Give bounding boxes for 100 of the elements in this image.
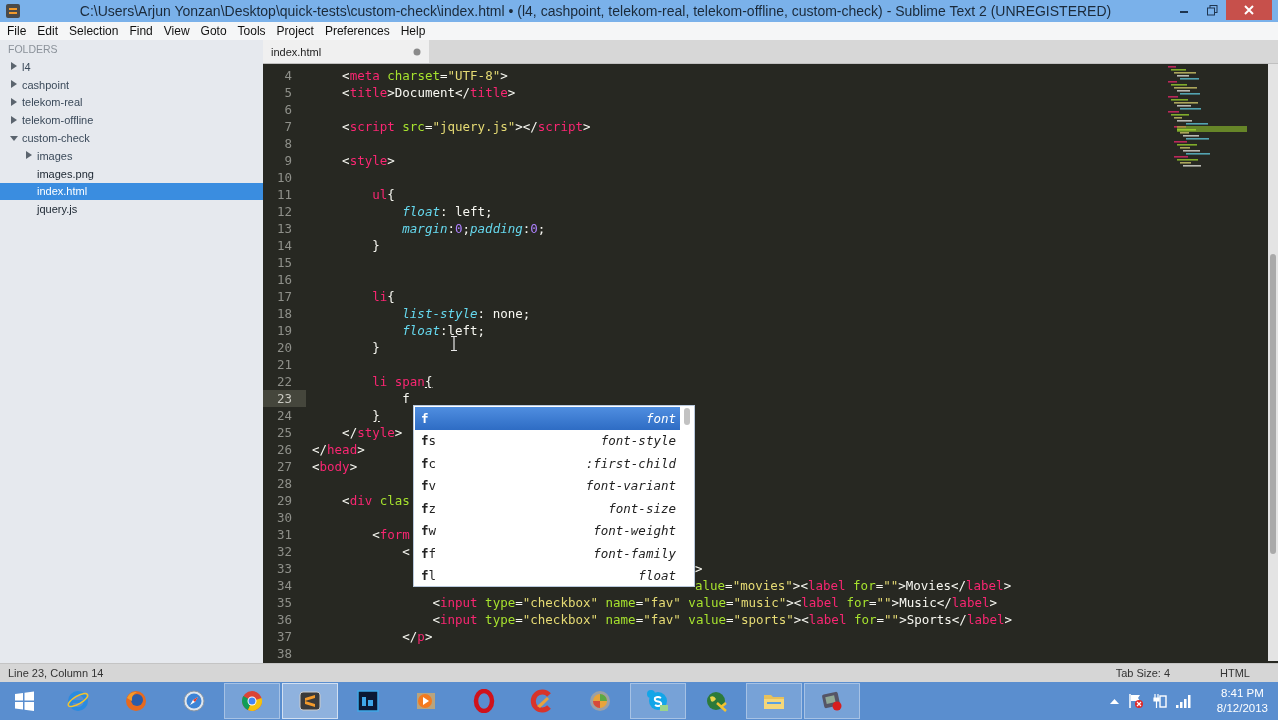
editor-icon xyxy=(298,689,322,713)
menu-item[interactable]: Project xyxy=(270,24,319,38)
tab-size[interactable]: Tab Size: 4 xyxy=(1115,667,1171,679)
code-line: ul{ xyxy=(371,185,395,203)
line-number: 19 xyxy=(275,321,292,339)
power-icon[interactable] xyxy=(1152,693,1167,709)
taskbar-button[interactable] xyxy=(804,683,860,719)
menu-item[interactable]: Tools xyxy=(231,24,271,38)
menu-item[interactable]: Goto xyxy=(194,24,232,38)
code-line: float: left; xyxy=(401,202,493,220)
autocomplete-item[interactable]: fl float xyxy=(415,564,680,587)
chat-bubble-icon xyxy=(646,689,670,713)
round-browser-icon xyxy=(240,689,264,713)
tab-label: index.html xyxy=(271,45,322,58)
tree-item[interactable]: custom-check xyxy=(0,129,263,147)
disclosure-triangle-icon[interactable] xyxy=(10,98,18,107)
close-button[interactable] xyxy=(1226,0,1272,20)
code-line: li{ xyxy=(371,287,395,305)
code-line: list-style: none; xyxy=(401,304,531,322)
line-number: 35 xyxy=(275,593,292,611)
code-line: <body> xyxy=(312,457,358,475)
tree-item[interactable]: images xyxy=(0,147,263,165)
flag-icon[interactable] xyxy=(1127,693,1144,709)
code-line: } xyxy=(371,406,380,424)
line-number: 20 xyxy=(275,338,292,356)
tree-item[interactable]: telekom-real xyxy=(0,93,263,112)
brush-icon xyxy=(530,689,554,713)
disclosure-triangle-icon[interactable] xyxy=(10,62,18,72)
disclosure-triangle-icon[interactable] xyxy=(25,151,33,161)
line-number: 16 xyxy=(275,270,292,288)
disclosure-triangle-icon[interactable] xyxy=(10,80,18,90)
code-line: float:left; xyxy=(401,321,486,339)
code-line: <script src="jquery.js"></script> xyxy=(341,117,591,135)
autocomplete-item[interactable]: fs font-style xyxy=(415,429,680,452)
ball-icon xyxy=(588,689,612,713)
code-line: li span{ xyxy=(371,372,433,390)
autocomplete-item[interactable]: ff font-family xyxy=(415,542,680,565)
line-number: 4 xyxy=(283,66,292,84)
signal-icon[interactable] xyxy=(1175,694,1192,708)
disclosure-triangle-icon[interactable] xyxy=(10,133,18,143)
menu-item[interactable]: View xyxy=(157,24,195,38)
scrollbar[interactable] xyxy=(1268,64,1278,661)
code-line: alue="movies"><label for="">Movies</label> xyxy=(695,576,1012,594)
line-number: 12 xyxy=(275,202,292,220)
line-number: 7 xyxy=(283,117,292,135)
tree-item[interactable]: cashpoint xyxy=(0,75,263,94)
browser-icon xyxy=(66,689,90,713)
line-number: 13 xyxy=(275,219,292,237)
scrollbar-thumb[interactable] xyxy=(684,408,690,425)
line-number: 32 xyxy=(275,542,292,560)
line-number: 38 xyxy=(275,644,292,662)
disclosure-triangle-icon[interactable] xyxy=(10,115,18,125)
autocomplete-item[interactable]: fz font-size xyxy=(415,497,680,520)
syntax-mode[interactable]: HTML xyxy=(1220,667,1250,679)
completion-label: font-size xyxy=(608,500,676,516)
close-icon xyxy=(1244,5,1254,15)
menu-item[interactable]: Edit xyxy=(31,24,64,38)
completion-trigger: fl xyxy=(421,568,437,584)
folders-heading: FOLDERS xyxy=(7,42,58,57)
code-line: <input type="checkbox" name="fav" value="music"><label for="">Music</label> xyxy=(431,593,997,611)
code-line: </head> xyxy=(312,440,365,458)
completion-trigger: fs xyxy=(421,433,437,449)
line-number: 37 xyxy=(275,627,292,645)
autocomplete-item[interactable]: fv font-variant xyxy=(415,474,680,497)
line-number: 14 xyxy=(275,236,292,254)
completion-label: font-variant xyxy=(585,478,676,494)
window-title: C:\Users\Arjun Yonzan\Desktop\quick-tests\custom-check\index.html • (l4, cashpoint, telekom-real, telekom-offline, custom-check) - Sublime Text 2 (UNREGISTERED) xyxy=(78,3,1113,19)
line-number: 5 xyxy=(283,83,292,101)
line-number: 10 xyxy=(275,168,292,186)
tree-item[interactable]: l4 xyxy=(0,58,263,76)
completion-trigger: fv xyxy=(421,478,437,494)
autocomplete-item[interactable]: fw font-weight xyxy=(415,519,680,542)
autocomplete-item[interactable]: fc :first-child xyxy=(415,452,680,475)
tree-item[interactable]: jquery.js xyxy=(0,200,263,219)
tree-item[interactable]: images.png xyxy=(0,164,263,183)
line-number: 6 xyxy=(283,100,292,118)
caret-up-icon[interactable] xyxy=(1109,698,1119,704)
file-tab[interactable]: index.html xyxy=(263,40,429,63)
tree-item[interactable]: telekom-offline xyxy=(0,111,263,130)
code-line: } xyxy=(371,338,380,356)
line-number: 11 xyxy=(275,185,292,203)
completion-trigger: fc xyxy=(421,455,437,471)
taskbar-button[interactable] xyxy=(282,683,338,719)
globe-icon xyxy=(124,689,148,713)
menu-item[interactable]: Preferences xyxy=(318,24,395,38)
line-number: 27 xyxy=(275,457,292,475)
line-number: 29 xyxy=(275,491,292,509)
code-line: </p> xyxy=(401,627,433,645)
menu-item[interactable]: Help xyxy=(394,24,431,38)
four-panes-icon xyxy=(12,689,36,713)
code-line: < xyxy=(401,542,410,560)
code-line: <div clas xyxy=(341,491,410,509)
line-number: 36 xyxy=(275,610,292,628)
menu-item[interactable]: Selection xyxy=(63,24,124,38)
menu-item[interactable]: File xyxy=(1,24,32,38)
line-number: 21 xyxy=(275,355,292,373)
autocomplete-item[interactable]: f font xyxy=(415,407,680,430)
menu-item[interactable]: Find xyxy=(123,24,158,38)
line-number: 8 xyxy=(283,134,292,152)
completion-label: :first-child xyxy=(585,455,676,471)
